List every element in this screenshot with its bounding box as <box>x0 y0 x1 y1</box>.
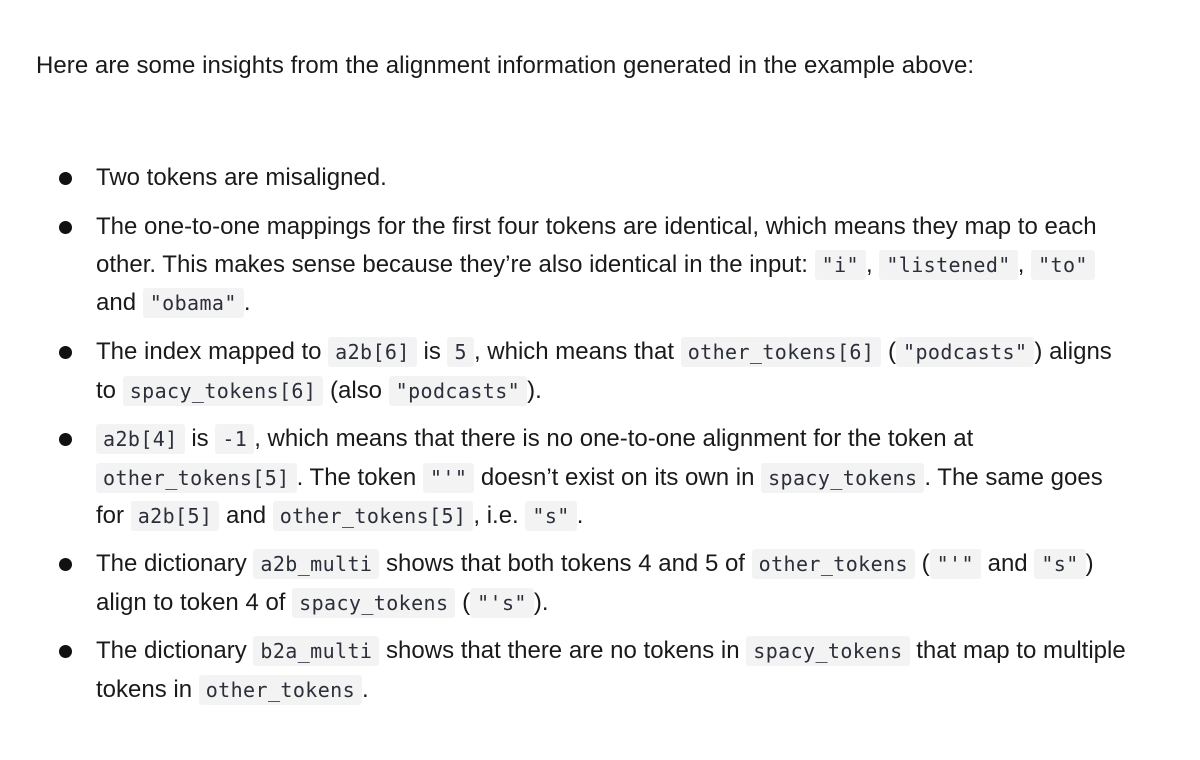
inline-code: spacy_tokens[6] <box>122 375 324 406</box>
inline-code: "listened" <box>879 249 1018 280</box>
text-span: . <box>243 289 251 316</box>
list-item: The one-to-one mappings for the first fo… <box>59 208 1136 323</box>
text-span: and <box>219 502 273 529</box>
text-span: shows that there are no tokens in <box>379 637 747 664</box>
inline-code: spacy_tokens <box>746 636 910 666</box>
text-span: , <box>1017 250 1032 278</box>
text-span: The index mapped to <box>96 338 329 365</box>
inline-code: b2a_multi <box>253 636 380 666</box>
text-span: , which means that there is no one-to-on… <box>254 425 974 452</box>
inline-code: "i" <box>814 249 866 280</box>
text-span: ). <box>527 376 542 404</box>
text-span: and <box>96 289 143 316</box>
text-span: , i.e. <box>473 502 526 529</box>
text-span: . <box>576 502 584 529</box>
text-span: doesn’t exist on its own in <box>474 463 762 491</box>
inline-code: other_tokens <box>751 549 915 579</box>
inline-code: "s" <box>1034 549 1086 579</box>
bullet-icon <box>59 558 72 571</box>
text-span: shows that both tokens 4 and 5 of <box>379 550 752 577</box>
text-span: is <box>184 425 216 452</box>
list-item: The dictionary b2a_multi shows that ther… <box>59 632 1136 709</box>
list-item: Two tokens are misaligned. <box>59 159 1136 197</box>
text-span: . <box>362 675 369 703</box>
text-span: (also <box>323 376 389 404</box>
text-span: . The token <box>296 463 423 491</box>
inline-code: "'s" <box>470 587 534 618</box>
text-span: ). <box>533 588 549 616</box>
inline-code: spacy_tokens <box>292 587 456 618</box>
inline-code: 5 <box>447 337 474 367</box>
inline-code: other_tokens[6] <box>680 337 882 367</box>
inline-code: "obama" <box>142 288 244 318</box>
bullet-icon <box>59 221 72 234</box>
bullet-icon <box>59 645 72 658</box>
bullet-icon <box>59 346 72 359</box>
intro-paragraph: Here are some insights from the alignmen… <box>36 52 975 79</box>
text-span: and <box>980 550 1035 577</box>
inline-code: "podcasts" <box>896 337 1035 367</box>
inline-code: a2b[5] <box>130 501 220 531</box>
inline-code: spacy_tokens <box>761 462 925 493</box>
inline-code: "'" <box>422 462 475 493</box>
inline-code: "'" <box>929 549 981 579</box>
text-span: The dictionary <box>96 637 254 664</box>
inline-code: "podcasts" <box>388 375 528 406</box>
text-span: ( <box>914 550 930 577</box>
bullet-icon <box>59 172 72 185</box>
inline-code: a2b_multi <box>253 549 380 579</box>
text-span: ( <box>455 588 471 616</box>
list-item: a2b[4] is -1, which means that there is … <box>59 420 1136 536</box>
text-span: , which means that <box>473 338 681 365</box>
inline-code: "to" <box>1031 249 1095 280</box>
text-span: ( <box>881 338 896 365</box>
inline-code: other_tokens <box>198 674 363 705</box>
text-span: The dictionary <box>96 550 254 577</box>
text-span: is <box>416 338 448 365</box>
inline-code: a2b[4] <box>96 424 185 454</box>
list-item: The dictionary a2b_multi shows that both… <box>59 545 1136 622</box>
inline-code: other_tokens[5] <box>272 501 474 531</box>
bullet-icon <box>59 433 72 446</box>
inline-code: other_tokens[5] <box>96 462 297 493</box>
inline-code: "s" <box>525 501 577 531</box>
text-span: Two tokens are misaligned. <box>96 164 387 191</box>
list-item: The index mapped to a2b[6] is 5, which m… <box>59 333 1136 410</box>
text-span: , <box>865 250 880 278</box>
inline-code: -1 <box>215 424 255 454</box>
inline-code: a2b[6] <box>328 337 417 367</box>
